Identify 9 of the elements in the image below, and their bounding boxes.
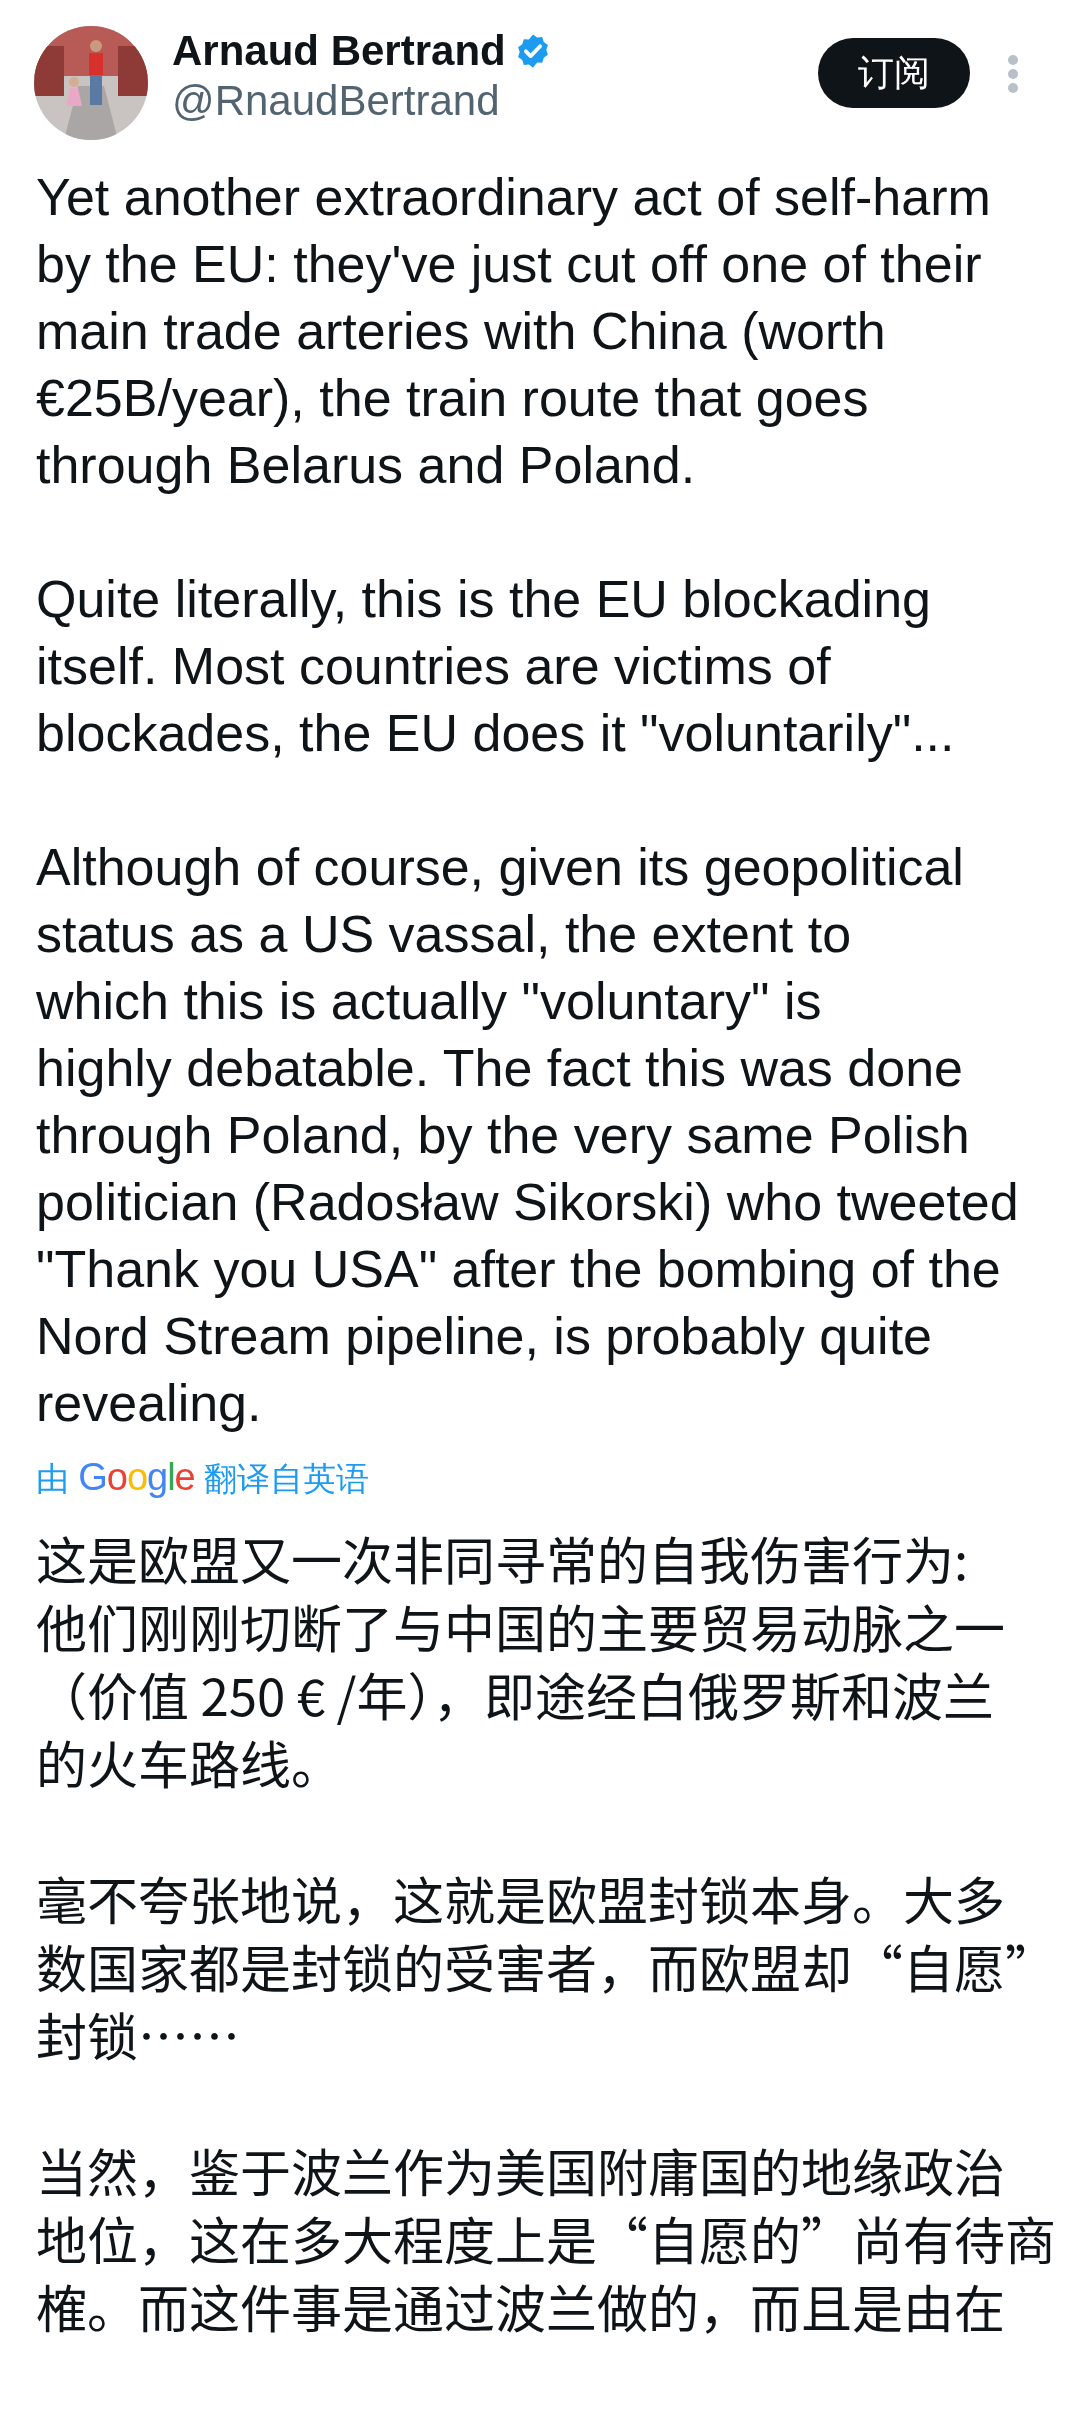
tweet-paragraph: Quite literally, this is the EU blockading itself. Most countries are victims of blockades, the EU does it "voluntarily"... xyxy=(36,569,956,764)
translation-attribution-link[interactable]: 由 Google 翻译自英语 xyxy=(36,1452,1050,1504)
author-name[interactable]: Arnaud Bertrand xyxy=(172,26,506,77)
tweet-paragraph: Yet another extraordinary act of self-harm by the EU: they've just cut off one of their main trade arteries with China (worth €25B/year), the train route that goes through Belarus and Poland. xyxy=(36,167,992,496)
translated-paragraph: 这是欧盟又一次非同寻常的自我伤害行为: 他们刚刚切断了与中国的主要贸易动脉之一 （价值 250 € /年），即途经白俄罗斯和波兰 的火车路线。 xyxy=(36,1524,1006,1796)
author-handle[interactable]: @RnaudBertrand xyxy=(172,76,818,127)
translated-paragraph: 毫不夸张地说，这就是欧盟封锁本身。大多 数国家都是封锁的受害者，而欧盟却“自愿” 封锁…… xyxy=(36,1864,1050,2068)
subscribe-button[interactable]: 订阅 xyxy=(818,38,970,108)
tweet-paragraph: Although of course, given its geopolitical status as a US vassal, the extent to which this is actually "voluntary" is highly debatable. The fact this was done through Poland, by the very same Polish politician (Radosław Sikorski) who tweeted "Thank you USA" after the bombing of the Nord Stream pipeline, is probably quite revealing. xyxy=(36,837,1020,1434)
